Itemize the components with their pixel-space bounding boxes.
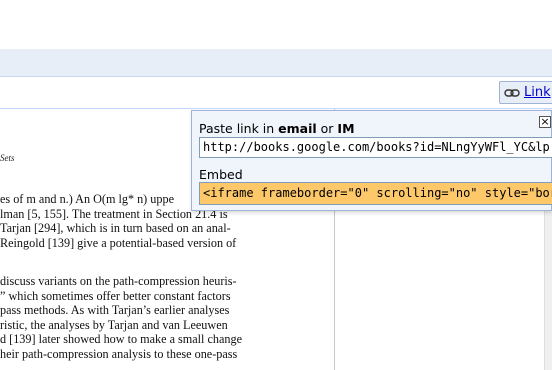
paste-label-email: email	[278, 121, 317, 136]
close-icon[interactable]: ×	[539, 116, 551, 128]
book-line: Reingold [139] give a potential-based ve…	[0, 235, 237, 250]
viewer-toolbar	[0, 77, 552, 109]
book-line: ristic, the analyses by Tarjan and van L…	[0, 317, 228, 332]
book-text-bottom: discuss variants on the path-compression…	[0, 274, 262, 362]
link-url-field[interactable]: http://books.google.com/books?id=NLngYyW…	[199, 137, 552, 158]
embed-code-field[interactable]: <iframe frameborder="0" scrolling="no" s…	[199, 182, 552, 205]
paste-label-or: or	[316, 121, 338, 136]
nav-bar	[0, 49, 552, 77]
book-line: ” which sometimes offer better constant …	[0, 288, 231, 303]
book-line: Tarjan [294], which is in turn based on …	[0, 221, 231, 236]
running-head: Sets	[0, 153, 15, 163]
paste-label-prefix: Paste link in	[199, 121, 279, 136]
link-button-label: Link	[524, 85, 551, 100]
link-button[interactable]: Link	[499, 81, 552, 104]
book-line: d [139] later showed how to make a small…	[0, 332, 242, 347]
book-line: pass methods. As with Tarjan’s earlier a…	[0, 303, 230, 318]
link-chain-icon	[504, 87, 520, 99]
embed-label: Embed	[199, 167, 243, 182]
page-header	[0, 0, 552, 50]
book-line: heir path-compression analysis to these …	[0, 346, 238, 361]
book-line: discuss variants on the path-compression…	[0, 274, 237, 288]
paste-link-label: Paste link in email or IM	[199, 121, 355, 136]
paste-label-im: IM	[337, 121, 355, 136]
